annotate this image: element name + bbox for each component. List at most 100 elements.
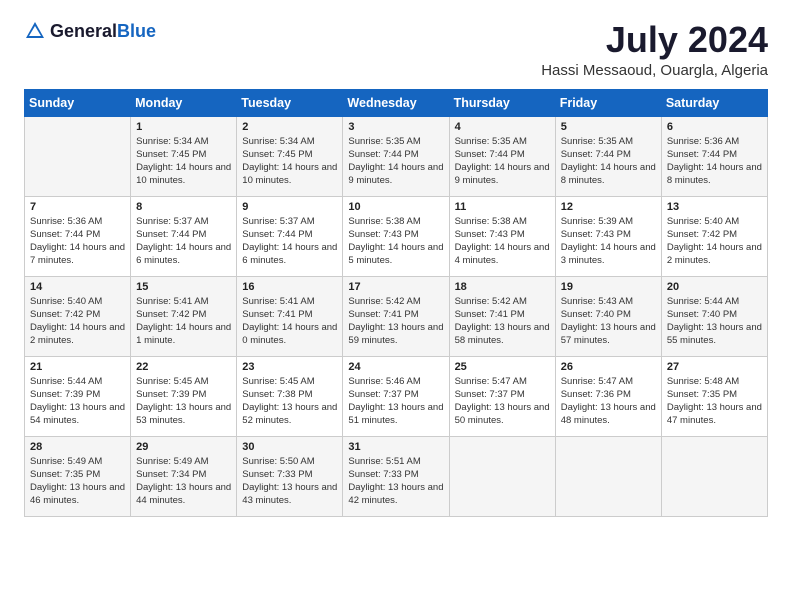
day-number: 1 [136, 121, 231, 133]
header-cell-saturday: Saturday [661, 89, 767, 116]
day-number: 8 [136, 201, 231, 213]
day-number: 7 [30, 201, 125, 213]
day-number: 3 [348, 121, 443, 133]
day-number: 2 [242, 121, 337, 133]
calendar-cell: 13Sunrise: 5:40 AMSunset: 7:42 PMDayligh… [661, 196, 767, 276]
calendar-cell [555, 436, 661, 516]
calendar-cell: 29Sunrise: 5:49 AMSunset: 7:34 PMDayligh… [131, 436, 237, 516]
day-number: 6 [667, 121, 762, 133]
day-number: 18 [455, 281, 550, 293]
calendar-cell: 4 Sunrise: 5:35 AMSunset: 7:44 PMDaylight… [449, 116, 555, 196]
day-number: 28 [30, 441, 125, 453]
day-number: 21 [30, 361, 125, 373]
header-cell-wednesday: Wednesday [343, 89, 449, 116]
calendar-cell: 5 Sunrise: 5:35 AMSunset: 7:44 PMDaylight… [555, 116, 661, 196]
day-info: Sunrise: 5:35 AMSunset: 7:44 PMDaylight:… [348, 135, 443, 188]
day-number: 16 [242, 281, 337, 293]
day-info: Sunrise: 5:47 AMSunset: 7:37 PMDaylight:… [455, 375, 550, 428]
location-subtitle: Hassi Messaoud, Ouargla, Algeria [541, 62, 768, 79]
day-number: 5 [561, 121, 656, 133]
day-info: Sunrise: 5:42 AMSunset: 7:41 PMDaylight:… [348, 295, 443, 348]
day-info: Sunrise: 5:48 AMSunset: 7:35 PMDaylight:… [667, 375, 762, 428]
calendar-cell [25, 116, 131, 196]
day-info: Sunrise: 5:46 AMSunset: 7:37 PMDaylight:… [348, 375, 443, 428]
calendar-cell: 10 Sunrise: 5:38 AMSunset: 7:43 PMDayligh… [343, 196, 449, 276]
calendar-table: SundayMondayTuesdayWednesdayThursdayFrid… [24, 89, 768, 517]
day-info: Sunrise: 5:41 AMSunset: 7:42 PMDaylight:… [136, 295, 231, 348]
calendar-cell: 3 Sunrise: 5:35 AMSunset: 7:44 PMDaylight… [343, 116, 449, 196]
day-number: 27 [667, 361, 762, 373]
day-info: Sunrise: 5:40 AMSunset: 7:42 PMDaylight:… [30, 295, 125, 348]
calendar-cell: 28 Sunrise: 5:49 AMSunset: 7:35 PMDayligh… [25, 436, 131, 516]
calendar-cell: 1 Sunrise: 5:34 AMSunset: 7:45 PMDaylight… [131, 116, 237, 196]
day-number: 14 [30, 281, 125, 293]
calendar-cell: 8 Sunrise: 5:37 AMSunset: 7:44 PMDaylight… [131, 196, 237, 276]
calendar-body: 1 Sunrise: 5:34 AMSunset: 7:45 PMDaylight… [25, 116, 768, 516]
calendar-cell [449, 436, 555, 516]
day-number: 24 [348, 361, 443, 373]
calendar-cell: 14 Sunrise: 5:40 AMSunset: 7:42 PMDayligh… [25, 276, 131, 356]
calendar-cell: 31 Sunrise: 5:51 AMSunset: 7:33 PMDayligh… [343, 436, 449, 516]
day-number: 29 [136, 441, 231, 453]
day-number: 26 [561, 361, 656, 373]
calendar-week-1: 1 Sunrise: 5:34 AMSunset: 7:45 PMDaylight… [25, 116, 768, 196]
calendar-cell: 9 Sunrise: 5:37 AMSunset: 7:44 PMDaylight… [237, 196, 343, 276]
calendar-cell: 20Sunrise: 5:44 AMSunset: 7:40 PMDayligh… [661, 276, 767, 356]
calendar-cell: 30 Sunrise: 5:50 AMSunset: 7:33 PMDayligh… [237, 436, 343, 516]
calendar-cell: 6Sunrise: 5:36 AMSunset: 7:44 PMDaylight… [661, 116, 767, 196]
day-info: Sunrise: 5:45 AMSunset: 7:39 PMDaylight:… [136, 375, 231, 428]
day-info: Sunrise: 5:40 AMSunset: 7:42 PMDaylight:… [667, 215, 762, 268]
calendar-cell: 24 Sunrise: 5:46 AMSunset: 7:37 PMDayligh… [343, 356, 449, 436]
day-number: 30 [242, 441, 337, 453]
day-info: Sunrise: 5:47 AMSunset: 7:36 PMDaylight:… [561, 375, 656, 428]
day-info: Sunrise: 5:43 AMSunset: 7:40 PMDaylight:… [561, 295, 656, 348]
calendar-cell: 21 Sunrise: 5:44 AMSunset: 7:39 PMDayligh… [25, 356, 131, 436]
calendar-cell: 7Sunrise: 5:36 AMSunset: 7:44 PMDaylight… [25, 196, 131, 276]
day-number: 10 [348, 201, 443, 213]
calendar-cell: 26 Sunrise: 5:47 AMSunset: 7:36 PMDayligh… [555, 356, 661, 436]
calendar-cell: 17Sunrise: 5:42 AMSunset: 7:41 PMDayligh… [343, 276, 449, 356]
logo-icon [24, 20, 46, 42]
day-info: Sunrise: 5:37 AMSunset: 7:44 PMDaylight:… [136, 215, 231, 268]
calendar-cell: 12 Sunrise: 5:39 AMSunset: 7:43 PMDayligh… [555, 196, 661, 276]
day-info: Sunrise: 5:35 AMSunset: 7:44 PMDaylight:… [455, 135, 550, 188]
day-number: 11 [455, 201, 550, 213]
header-cell-monday: Monday [131, 89, 237, 116]
calendar-cell: 23Sunrise: 5:45 AMSunset: 7:38 PMDayligh… [237, 356, 343, 436]
calendar-cell: 11Sunrise: 5:38 AMSunset: 7:43 PMDayligh… [449, 196, 555, 276]
day-info: Sunrise: 5:49 AMSunset: 7:35 PMDaylight:… [30, 455, 125, 508]
calendar-cell: 22 Sunrise: 5:45 AMSunset: 7:39 PMDayligh… [131, 356, 237, 436]
page-header: GeneralBlue July 2024 Hassi Messaoud, Ou… [24, 20, 768, 79]
day-number: 15 [136, 281, 231, 293]
day-number: 12 [561, 201, 656, 213]
header-cell-thursday: Thursday [449, 89, 555, 116]
day-info: Sunrise: 5:38 AMSunset: 7:43 PMDaylight:… [348, 215, 443, 268]
day-info: Sunrise: 5:51 AMSunset: 7:33 PMDaylight:… [348, 455, 443, 508]
logo-text-blue: Blue [117, 21, 156, 41]
month-title: July 2024 [541, 20, 768, 60]
calendar-cell: 15 Sunrise: 5:41 AMSunset: 7:42 PMDayligh… [131, 276, 237, 356]
day-number: 20 [667, 281, 762, 293]
calendar-header-row: SundayMondayTuesdayWednesdayThursdayFrid… [25, 89, 768, 116]
day-info: Sunrise: 5:50 AMSunset: 7:33 PMDaylight:… [242, 455, 337, 508]
header-cell-friday: Friday [555, 89, 661, 116]
day-number: 4 [455, 121, 550, 133]
calendar-cell: 27 Sunrise: 5:48 AMSunset: 7:35 PMDayligh… [661, 356, 767, 436]
calendar-week-5: 28 Sunrise: 5:49 AMSunset: 7:35 PMDayligh… [25, 436, 768, 516]
calendar-cell: 16Sunrise: 5:41 AMSunset: 7:41 PMDayligh… [237, 276, 343, 356]
day-info: Sunrise: 5:39 AMSunset: 7:43 PMDaylight:… [561, 215, 656, 268]
day-info: Sunrise: 5:35 AMSunset: 7:44 PMDaylight:… [561, 135, 656, 188]
day-info: Sunrise: 5:44 AMSunset: 7:39 PMDaylight:… [30, 375, 125, 428]
day-number: 22 [136, 361, 231, 373]
logo-text-general: General [50, 21, 117, 41]
day-number: 9 [242, 201, 337, 213]
calendar-week-3: 14 Sunrise: 5:40 AMSunset: 7:42 PMDayligh… [25, 276, 768, 356]
day-info: Sunrise: 5:34 AMSunset: 7:45 PMDaylight:… [136, 135, 231, 188]
day-number: 31 [348, 441, 443, 453]
calendar-cell [661, 436, 767, 516]
calendar-cell: 25Sunrise: 5:47 AMSunset: 7:37 PMDayligh… [449, 356, 555, 436]
calendar-cell: 2 Sunrise: 5:34 AMSunset: 7:45 PMDaylight… [237, 116, 343, 196]
day-info: Sunrise: 5:37 AMSunset: 7:44 PMDaylight:… [242, 215, 337, 268]
calendar-week-4: 21 Sunrise: 5:44 AMSunset: 7:39 PMDayligh… [25, 356, 768, 436]
day-info: Sunrise: 5:34 AMSunset: 7:45 PMDaylight:… [242, 135, 337, 188]
